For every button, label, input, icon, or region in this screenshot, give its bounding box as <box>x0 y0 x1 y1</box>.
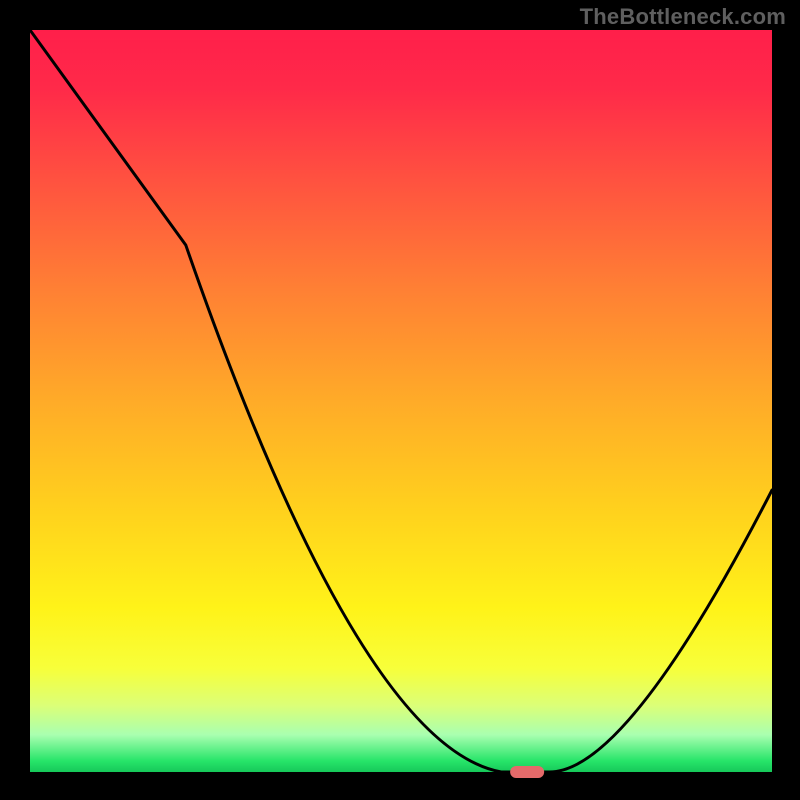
bottleneck-chart <box>0 0 800 800</box>
chart-frame: TheBottleneck.com <box>0 0 800 800</box>
watermark-text: TheBottleneck.com <box>580 4 786 30</box>
plot-background <box>30 30 772 772</box>
optimal-marker <box>510 766 544 778</box>
